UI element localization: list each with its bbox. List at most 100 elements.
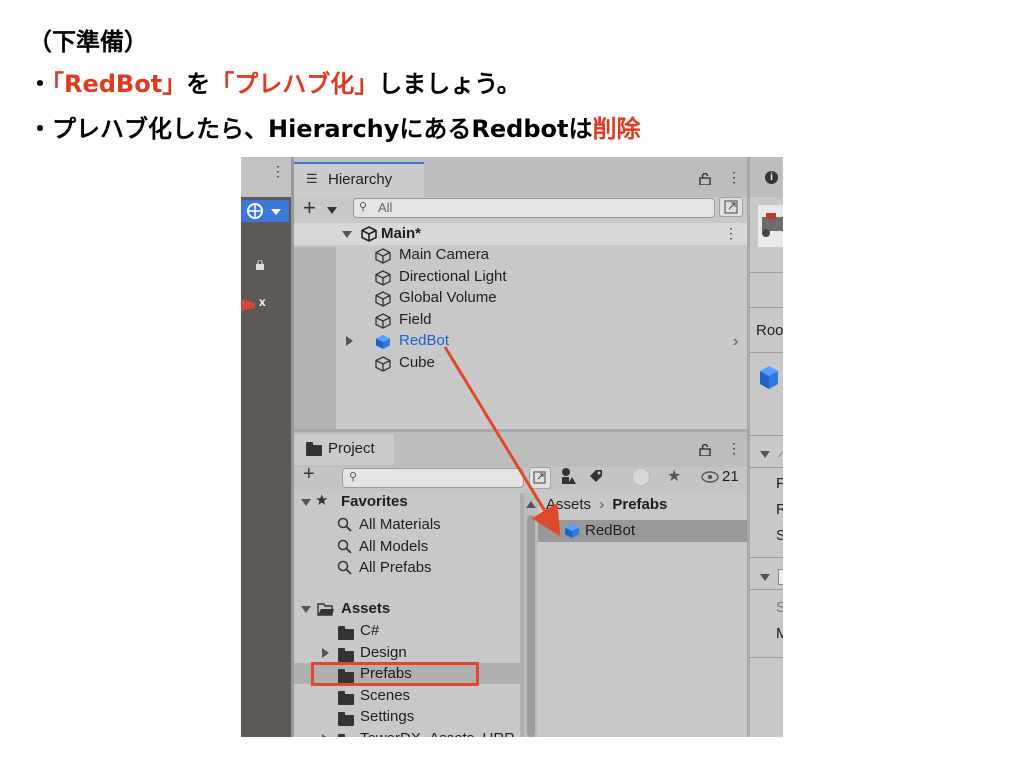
list-icon: ☰ [306, 171, 318, 186]
gameobject-cube-icon [375, 248, 391, 264]
favorites-expand-icon[interactable] [301, 499, 311, 506]
project-search-input[interactable]: ⚲ [342, 468, 524, 488]
component-enable-checkbox[interactable] [778, 569, 783, 585]
favorite-item-label: All Materials [359, 516, 441, 533]
filter-by-label-icon[interactable] [589, 469, 603, 487]
inspector-sep-4 [750, 435, 783, 436]
favorite-item[interactable]: All Prefabs [337, 557, 517, 578]
gizmo-toggle-button[interactable] [241, 200, 289, 222]
project-tab-label: Project [328, 440, 375, 457]
hierarchy-item[interactable]: Cube [351, 352, 731, 373]
assets-root-row[interactable]: Assets [299, 599, 519, 620]
transform-icon: ⟋ [778, 445, 783, 460]
folder-label: TowerDX_Assets_URP [360, 728, 514, 737]
instruction-1-suffix: しましょう。 [378, 70, 521, 98]
project-lock-icon[interactable] [699, 443, 711, 460]
scene-name: Main* [381, 225, 422, 242]
hierarchy-search-input[interactable]: ⚲ All [353, 198, 715, 218]
foldout-arrow-icon [760, 574, 770, 581]
bullet-1: ・ [28, 70, 52, 98]
inspector-collapse-chevron-icon[interactable]: › [733, 333, 738, 351]
search-icon [337, 560, 352, 575]
tree-scrollbar[interactable] [524, 493, 538, 737]
expand-arrow-icon[interactable] [346, 336, 353, 347]
scene-menu-icon[interactable]: ⋮ [724, 225, 738, 242]
plus-icon: + [303, 463, 315, 485]
window-popout-icon [724, 200, 738, 214]
scroll-up-arrow-icon[interactable] [526, 501, 536, 508]
dropdown-arrow-icon [327, 207, 337, 214]
hierarchy-item-label: Main Camera [399, 246, 490, 263]
scrollbar-thumb[interactable] [527, 515, 535, 737]
project-menu-icon[interactable]: ⋮ [727, 440, 741, 457]
scene-header-row[interactable]: Main* ⋮ [294, 223, 747, 245]
filter-by-type-icon[interactable] [561, 467, 577, 489]
hierarchy-item[interactable]: Directional Light [351, 266, 731, 287]
type-filter-disabled-icon[interactable] [632, 468, 650, 486]
scene-search-mode-button[interactable] [529, 467, 551, 489]
inspector-row-scale: S [776, 527, 783, 544]
hierarchy-tab-label: Hierarchy [328, 171, 393, 188]
star-icon: ★ [315, 492, 329, 509]
unity-scene-icon [361, 226, 377, 242]
x-axis-gizmo[interactable]: x [241, 295, 271, 313]
slide-heading: （下準備） [28, 28, 148, 56]
tab-project[interactable]: Project [294, 434, 394, 465]
favorite-item-label: All Models [359, 537, 429, 555]
hierarchy-menu-icon[interactable]: ⋮ [727, 169, 741, 186]
search-icon: ⚲ [349, 471, 358, 483]
hierarchy-item[interactable]: Global Volume [351, 287, 731, 308]
inspector-row-s: S [776, 599, 783, 616]
favorite-star-icon[interactable]: ★ [667, 466, 681, 486]
content-item-redbot[interactable]: RedBot [538, 520, 747, 542]
hierarchy-lock-icon[interactable] [699, 172, 711, 189]
gameobject-cube-icon [375, 291, 391, 307]
hierarchy-add-button[interactable]: + [303, 195, 337, 220]
instruction-line-1: ・「RedBot」を「プレハブ化」しましょう。 [28, 64, 521, 99]
folder-label: Settings [360, 708, 415, 726]
folder-item[interactable]: Scenes [294, 685, 520, 706]
search-icon [337, 539, 352, 554]
search-icon: ⚲ [359, 201, 368, 213]
info-icon[interactable]: i [765, 171, 778, 184]
inspector-root-label: Roo [756, 322, 783, 339]
inspector-sep-8 [750, 657, 783, 658]
hierarchy-item[interactable]: RedBot [346, 330, 731, 351]
inspector-sep-5 [750, 467, 783, 468]
folder-icon [338, 647, 354, 662]
favorite-item[interactable]: All Models [337, 536, 517, 557]
gameobject-cube-icon [375, 356, 391, 372]
project-add-button[interactable]: + [303, 463, 325, 487]
eye-icon [701, 471, 719, 483]
breadcrumb-assets[interactable]: Assets [546, 496, 591, 513]
favorite-item[interactable]: All Materials [337, 514, 517, 535]
scene-expand-icon[interactable] [342, 231, 352, 238]
tab-hierarchy[interactable]: ☰ Hierarchy [294, 162, 424, 197]
favorites-row[interactable]: ★ Favorites [299, 492, 519, 513]
folder-item[interactable]: TowerDX_Assets_URP [294, 728, 520, 737]
folder-item[interactable]: C# [294, 620, 520, 641]
folder-expand-icon[interactable] [322, 647, 329, 658]
transform-foldout[interactable]: ⟋ [756, 445, 783, 463]
prefab-cube-icon [376, 335, 390, 350]
component-foldout[interactable] [756, 567, 783, 587]
hierarchy-item-label: Global Volume [399, 289, 497, 307]
folder-expand-icon[interactable] [322, 734, 329, 737]
folder-icon [338, 626, 354, 641]
folder-item[interactable]: Settings [294, 706, 520, 727]
panel-menu-icon[interactable]: ⋮ [271, 164, 285, 183]
highlight-delete: 削除 [592, 115, 641, 143]
scene-lock-icon[interactable] [255, 257, 265, 270]
scene-visibility-button[interactable] [719, 197, 743, 217]
scene-view-panel[interactable] [241, 157, 291, 737]
inspector-row-m: M [776, 625, 783, 642]
hierarchy-item[interactable]: Field [351, 309, 731, 330]
hierarchy-item[interactable]: Main Camera [351, 244, 731, 265]
folder-item[interactable]: Design [294, 642, 520, 663]
visible-count: 21 [722, 468, 739, 485]
inspector-sep-2 [750, 307, 783, 308]
x-axis-label: x [259, 295, 266, 309]
foldout-arrow-icon [760, 451, 770, 458]
breadcrumb-prefabs[interactable]: Prefabs [612, 496, 667, 513]
assets-expand-icon[interactable] [301, 606, 311, 613]
